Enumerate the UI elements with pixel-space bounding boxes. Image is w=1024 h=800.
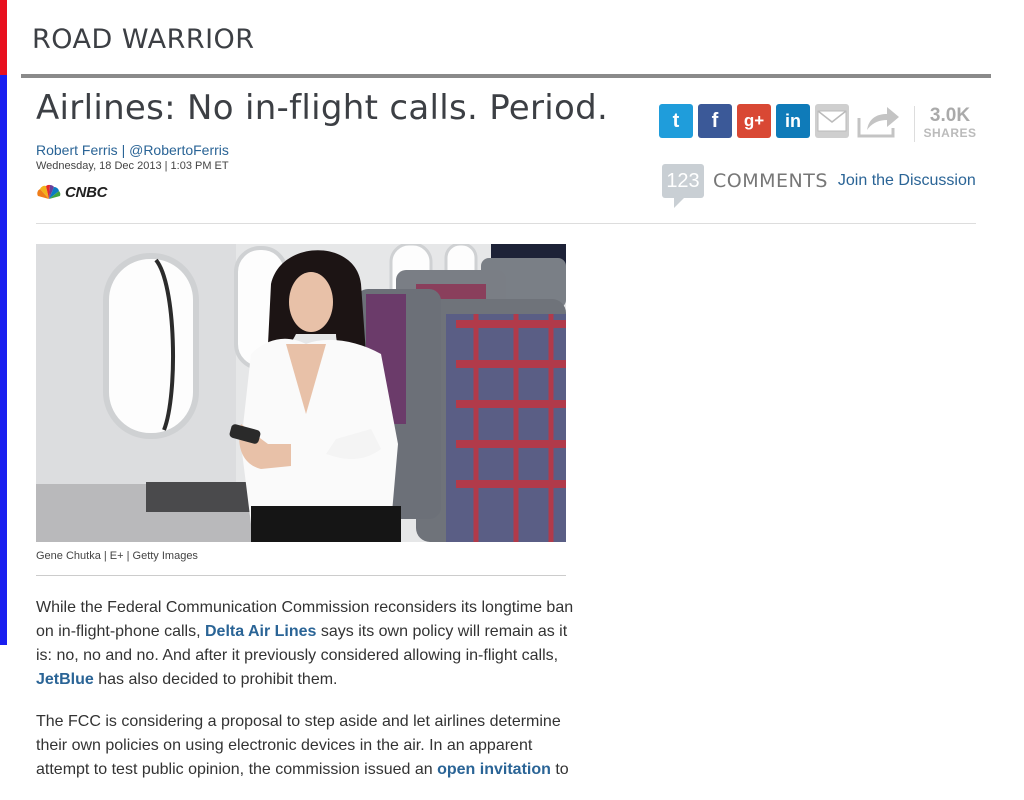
jetblue-link[interactable]: JetBlue	[36, 671, 94, 688]
email-share-button[interactable]	[815, 104, 849, 138]
share-divider	[914, 106, 915, 142]
google-plus-icon: g+	[743, 111, 765, 130]
comments-block: 123 COMMENTS Join the Discussion	[662, 164, 976, 208]
linkedin-icon: in	[785, 110, 801, 131]
author-twitter-link[interactable]: @RobertoFerris	[129, 142, 229, 158]
twitter-icon: t	[672, 109, 680, 132]
peacock-icon	[37, 184, 61, 199]
header-divider	[21, 74, 991, 78]
more-share-button[interactable]	[854, 104, 902, 138]
comment-count: 123	[666, 169, 700, 192]
article-photo	[36, 244, 566, 542]
share-bar: t f g+ in	[659, 104, 902, 138]
byline: Robert Ferris | @RobertoFerris	[36, 142, 229, 158]
paragraph-1: While the Federal Communication Commissi…	[36, 596, 576, 692]
photo-caption: Gene Chutka | E+ | Getty Images	[36, 550, 198, 562]
join-discussion-link[interactable]: Join the Discussion	[838, 172, 976, 190]
google-plus-share-button[interactable]: g+	[737, 104, 771, 138]
cnbc-wordmark: CNBC	[65, 183, 108, 201]
linkedin-share-button[interactable]: in	[776, 104, 810, 138]
author-link[interactable]: Robert Ferris	[36, 142, 118, 158]
facebook-icon: f	[711, 109, 719, 132]
comment-count-icon[interactable]: 123	[662, 164, 704, 208]
cnbc-logo[interactable]: CNBC	[36, 183, 107, 201]
paragraph-1-text-c: has also decided to prohibit them.	[93, 671, 338, 688]
accent-bar-blue	[0, 75, 7, 645]
section-title[interactable]: ROAD WARRIOR	[32, 24, 255, 55]
share-count-label: SHARES	[923, 126, 977, 140]
delta-air-lines-link[interactable]: Delta Air Lines	[205, 623, 316, 640]
email-icon	[817, 110, 847, 132]
comments-label: COMMENTS	[713, 170, 828, 192]
article-body: While the Federal Communication Commissi…	[36, 596, 576, 800]
facebook-share-button[interactable]: f	[698, 104, 732, 138]
caption-divider	[36, 575, 566, 576]
share-count: 3.0K SHARES	[920, 105, 980, 141]
twitter-share-button[interactable]: t	[659, 104, 693, 138]
paragraph-2-text-b: to	[550, 761, 569, 778]
article-headline: Airlines: No in-flight calls. Period.	[36, 88, 609, 128]
airplane-cabin-image	[36, 244, 566, 542]
accent-bar-red	[0, 0, 7, 75]
meta-divider	[36, 223, 976, 224]
byline-separator: |	[121, 142, 126, 158]
open-invitation-link[interactable]: open invitation	[437, 761, 551, 778]
article-date: Wednesday, 18 Dec 2013 | 1:03 PM ET	[36, 160, 229, 172]
share-count-number: 3.0K	[929, 105, 971, 126]
share-icon	[857, 107, 899, 138]
paragraph-2: The FCC is considering a proposal to ste…	[36, 710, 576, 782]
